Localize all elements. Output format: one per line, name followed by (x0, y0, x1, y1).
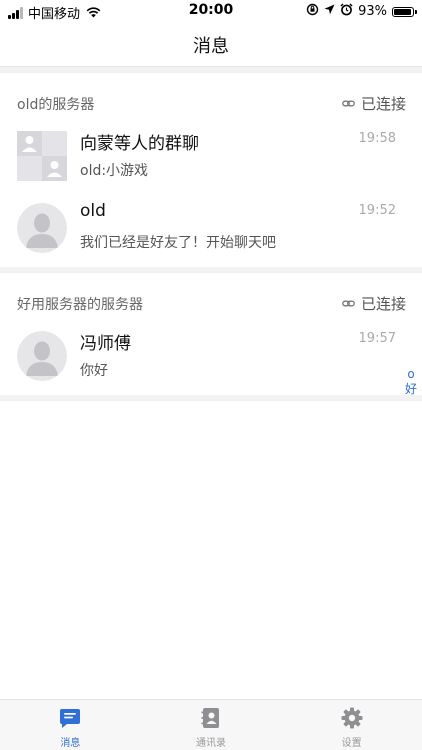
tab-label: 消息 (60, 738, 81, 749)
person-avatar (17, 203, 67, 253)
person-avatar (17, 331, 67, 381)
connection-status: 已连接 (342, 93, 406, 114)
chat-list-item[interactable]: 向蒙等人的群聊 old:小游戏 19:58 (0, 123, 422, 195)
tab-bar: 消息 通讯录 设置 (0, 699, 422, 750)
chat-name: old (80, 201, 106, 221)
chat-list-item[interactable]: 冯师傅 你好 19:57 (0, 323, 422, 395)
tab-label: 设置 (341, 738, 362, 749)
battery-percent: 93% (358, 4, 387, 19)
gear-icon (341, 707, 363, 729)
index-letter[interactable]: 好 (402, 382, 420, 397)
chat-last-message: old:小游戏 (80, 163, 149, 179)
alarm-icon (340, 3, 353, 20)
chat-icon (59, 707, 81, 729)
section-index-bar[interactable]: o 好 (402, 367, 420, 397)
chat-list-item[interactable]: old 我们已经是好友了！开始聊天吧 19:52 (0, 195, 422, 267)
chat-name: 冯师傅 (80, 334, 131, 354)
chat-time: 19:52 (358, 203, 396, 218)
nav-bar: 消息 (0, 22, 422, 67)
link-icon (342, 97, 355, 110)
chat-time: 19:58 (358, 131, 396, 146)
message-list: old的服务器 已连接 向蒙等人的群聊 old:小游戏 19:58 old 我们… (0, 67, 422, 401)
connection-status-label: 已连接 (360, 295, 406, 313)
server-group-header[interactable]: 好用服务器的服务器 已连接 (0, 273, 422, 323)
section-divider (0, 395, 422, 401)
page-title: 消息 (193, 36, 229, 57)
battery-level (394, 8, 411, 15)
group-avatar (17, 131, 67, 181)
tab-label: 通讯录 (196, 738, 226, 749)
chat-time: 19:57 (358, 331, 396, 346)
chat-last-message: 我们已经是好友了！开始聊天吧 (80, 235, 276, 251)
rotation-lock-icon (306, 3, 319, 20)
server-group-header[interactable]: old的服务器 已连接 (0, 73, 422, 123)
tab-settings[interactable]: 设置 (281, 700, 422, 750)
chat-name: 向蒙等人的群聊 (80, 134, 199, 154)
status-bar: 中国移动 20:00 93% (0, 0, 422, 22)
index-letter[interactable]: o (402, 367, 420, 382)
contacts-icon (200, 707, 222, 729)
chat-last-message: 你好 (80, 363, 108, 379)
connection-status-label: 已连接 (360, 95, 406, 113)
location-icon (324, 4, 335, 19)
server-name: old的服务器 (17, 97, 95, 113)
link-icon (342, 297, 355, 310)
battery-icon (392, 6, 417, 17)
server-name: 好用服务器的服务器 (17, 297, 143, 313)
connection-status: 已连接 (342, 293, 406, 314)
tab-contacts[interactable]: 通讯录 (141, 700, 282, 750)
status-right: 93% (306, 3, 417, 20)
tab-messages[interactable]: 消息 (0, 700, 141, 750)
